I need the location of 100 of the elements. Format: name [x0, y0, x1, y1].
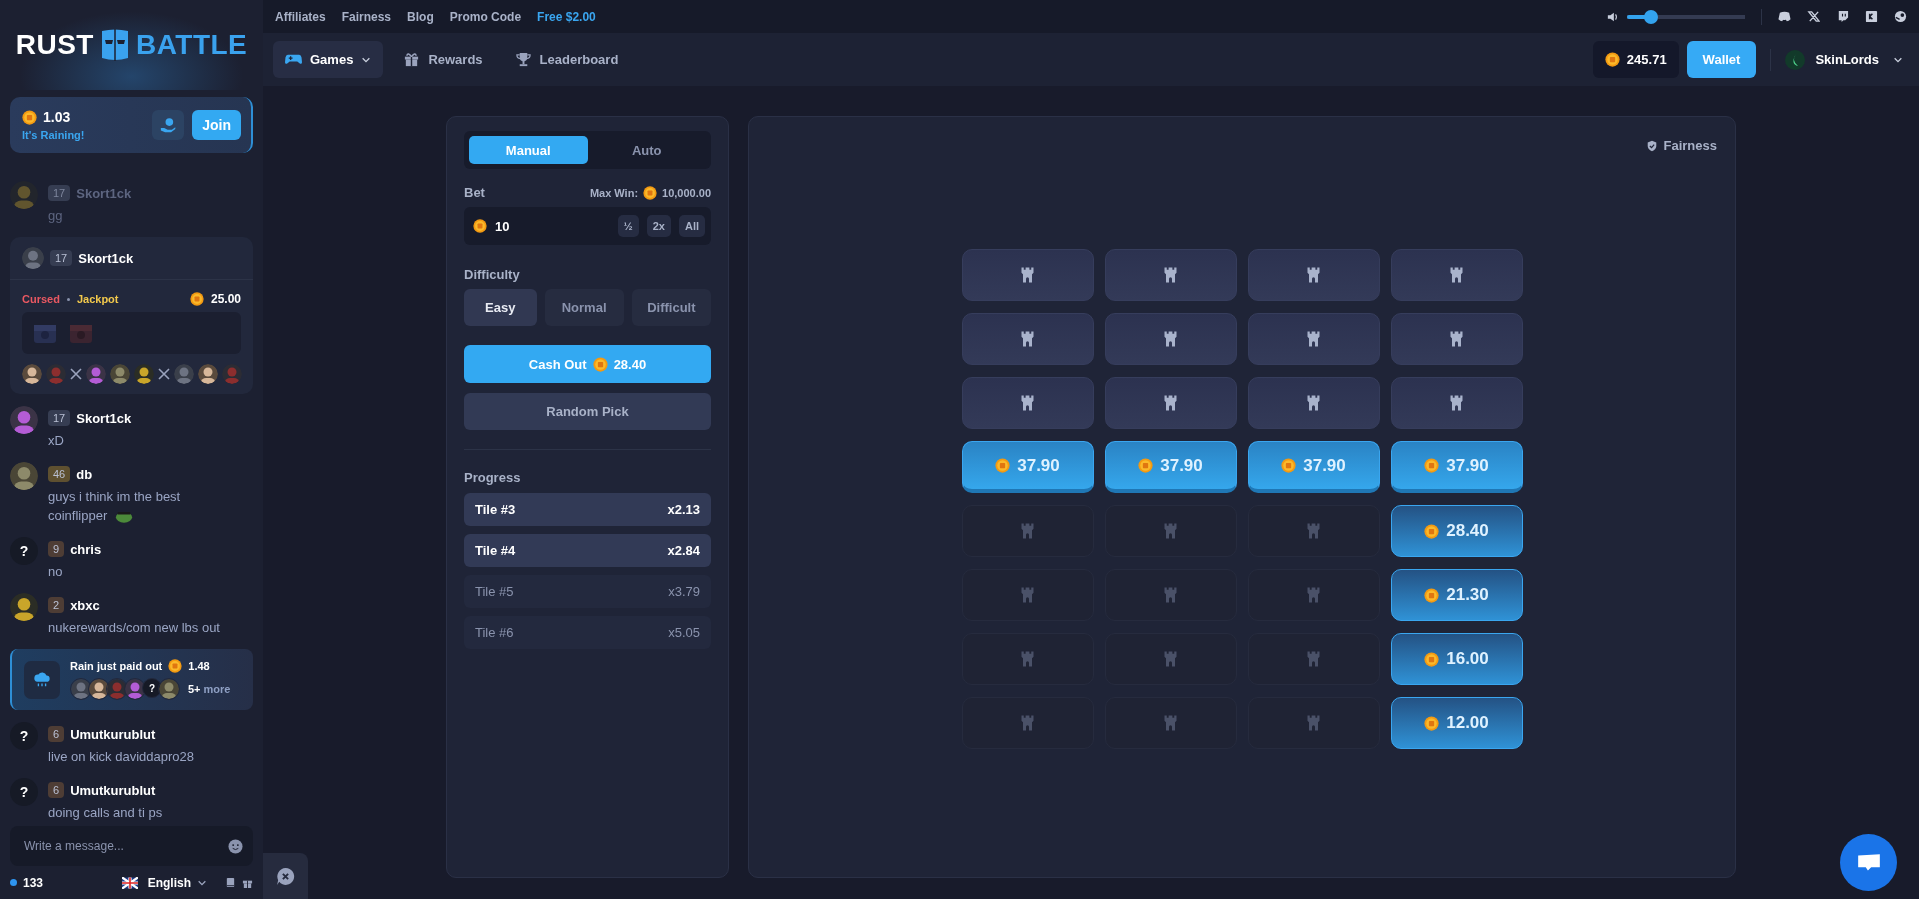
username[interactable]: SkinLords [1815, 52, 1879, 67]
tower-tile[interactable] [961, 249, 1094, 301]
tower-tile[interactable] [1390, 313, 1523, 365]
nav-tab[interactable]: Leaderboard [502, 41, 631, 78]
level-badge: 6 [48, 726, 65, 742]
tip-button[interactable] [152, 110, 185, 140]
mode-tab[interactable]: Auto [587, 136, 706, 164]
castle-icon [1020, 650, 1035, 668]
username: Umutkurublut [70, 726, 156, 742]
user-avatar[interactable]: ? [10, 778, 38, 806]
castle-icon [1020, 714, 1035, 732]
book-icon[interactable] [225, 877, 236, 888]
field-label: Bet [464, 185, 485, 200]
social-icon[interactable] [1807, 10, 1820, 23]
chat-message: xD [48, 433, 64, 448]
difficulty-button[interactable]: Easy [464, 289, 537, 326]
chat-message: guys i think im the best coinflipper [48, 489, 181, 523]
top-link[interactable]: Blog [407, 9, 434, 24]
castle-icon [1306, 394, 1321, 412]
random-pick-button[interactable]: Random Pick [464, 393, 711, 430]
tower-tile[interactable] [1104, 313, 1237, 365]
coin-icon [473, 219, 487, 233]
rain-amount: 1.48 [188, 660, 210, 672]
tile-label: Tile #6 [475, 625, 514, 640]
avatar-icon[interactable] [1785, 49, 1806, 70]
coin-icon [1424, 523, 1440, 539]
top-link[interactable]: Fairness [341, 9, 392, 24]
trophy-icon [514, 51, 532, 68]
social-icon[interactable] [1778, 10, 1791, 23]
castle-icon [1306, 266, 1321, 284]
tower-tile[interactable] [1247, 377, 1380, 429]
nav-tab[interactable]: Games [273, 41, 384, 78]
tile-label: Tile #5 [475, 584, 514, 599]
balance-display: 245.71 [1592, 41, 1679, 78]
support-chat-button[interactable] [1840, 834, 1897, 891]
top-link[interactable]: Free $2.00 [537, 9, 596, 24]
coin-icon [643, 185, 658, 200]
fairness-link[interactable]: Fairness [1663, 138, 1717, 153]
more-label: more [203, 683, 231, 695]
top-link[interactable]: Promo Code [449, 9, 522, 24]
tower-tile[interactable] [1247, 313, 1380, 365]
language-select[interactable]: English [147, 875, 191, 890]
close-chat-button[interactable] [263, 853, 308, 899]
castle-icon [1306, 330, 1321, 348]
level-badge: 2 [48, 597, 65, 613]
level-badge: 17 [48, 185, 71, 201]
tower-tile[interactable] [961, 377, 1094, 429]
tower-tile[interactable] [1104, 377, 1237, 429]
bet-adjust-button[interactable]: ½ [617, 215, 639, 237]
payout-amount: 28.40 [1446, 521, 1489, 541]
bet-field[interactable]: 10 ½ 2x All [464, 207, 711, 245]
coin-icon [1424, 715, 1440, 731]
castle-icon [1020, 394, 1035, 412]
social-icon[interactable] [1836, 10, 1849, 23]
user-avatar[interactable]: ? [10, 537, 38, 565]
tower-tile[interactable] [1390, 377, 1523, 429]
nav-tab[interactable]: Rewards [391, 41, 495, 78]
username: chris [70, 541, 102, 557]
difficulty-button[interactable]: Difficult [631, 289, 711, 326]
castle-icon [1163, 522, 1178, 540]
tower-tile[interactable] [1247, 249, 1380, 301]
difficulty-button[interactable]: Normal [544, 289, 624, 326]
crossed-swords-icon [158, 368, 170, 380]
coin-icon [1138, 458, 1154, 473]
logo-text: BATTLE [135, 29, 248, 61]
social-icon[interactable] [1865, 10, 1878, 23]
bet-adjust-button[interactable]: 2x [646, 215, 671, 237]
game-amount: 25.00 [210, 292, 241, 306]
castle-icon [1163, 650, 1178, 668]
payout-amount: 37.90 [1303, 455, 1346, 476]
castle-icon [1306, 714, 1321, 732]
tower-tile[interactable] [1390, 249, 1523, 301]
tower-tile[interactable] [1104, 249, 1237, 301]
username: Umutkurublut [70, 782, 156, 798]
top-link[interactable]: Affiliates [275, 9, 326, 24]
social-icon[interactable] [1894, 10, 1907, 23]
user-avatar[interactable]: ? [10, 722, 38, 750]
tower-tile[interactable] [961, 313, 1094, 365]
username: Skort1ck [78, 250, 134, 266]
coin-icon [22, 109, 37, 125]
online-count: 133 [23, 875, 44, 890]
chat-close-icon [275, 865, 296, 887]
message-input[interactable]: Write a message... [22, 838, 220, 854]
payout-amount: 37.90 [1017, 455, 1060, 476]
message-field[interactable]: Write a message... [10, 826, 253, 866]
username: Skort1ck [76, 185, 132, 201]
emoji-icon[interactable] [228, 838, 243, 854]
payout-amount: 21.30 [1446, 585, 1489, 605]
multiplier: x2.84 [667, 543, 700, 558]
castle-icon [1020, 586, 1035, 604]
castle-icon [1163, 714, 1178, 732]
speaker-icon[interactable] [1607, 10, 1619, 23]
chat-message: no [48, 564, 63, 579]
coin-icon [1424, 651, 1440, 667]
username: db [76, 466, 93, 482]
rain-title: Rain just paid out [70, 660, 163, 672]
coin-icon [1281, 458, 1297, 473]
bet-adjust-button[interactable]: All [678, 215, 705, 237]
max-win-label: Max Win: [589, 186, 639, 199]
user-avatar[interactable]: ? [142, 678, 162, 698]
